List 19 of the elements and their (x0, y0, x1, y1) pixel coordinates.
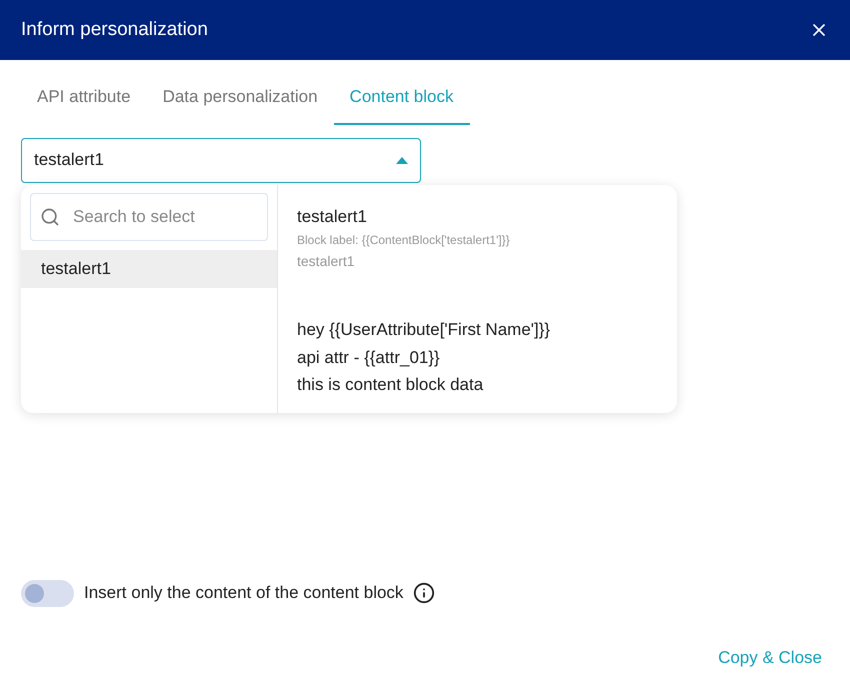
caret-icon (396, 156, 408, 164)
content-block-select[interactable]: testalert1 (21, 138, 421, 182)
content-line: hey {{UserAttribute['First Name']}} (297, 319, 552, 341)
option-item[interactable]: testalert1 (21, 250, 277, 288)
dialog-title: Inform personalization (21, 18, 208, 42)
search-icon (40, 206, 60, 226)
content-line: this is content block data (297, 374, 484, 396)
preview-subtitle: testalert1 (297, 252, 356, 271)
tab[interactable]: Content block (334, 84, 470, 124)
toggle-label: Insert only the content of the content block (84, 582, 404, 604)
search-field[interactable]: Search to select (30, 192, 268, 240)
content-line: api attr - {{attr_01}} (297, 346, 441, 368)
toggle-switch[interactable] (21, 580, 74, 606)
copy-close-button[interactable]: Copy & Close (718, 644, 822, 670)
info-icon (413, 582, 436, 604)
block-label: Block label: {{ContentBlock['testalert1']}} (297, 232, 511, 249)
preview-title: testalert1 (297, 206, 368, 228)
tab[interactable]: API attribute (21, 84, 147, 124)
tab[interactable]: Data personalization (146, 84, 334, 124)
